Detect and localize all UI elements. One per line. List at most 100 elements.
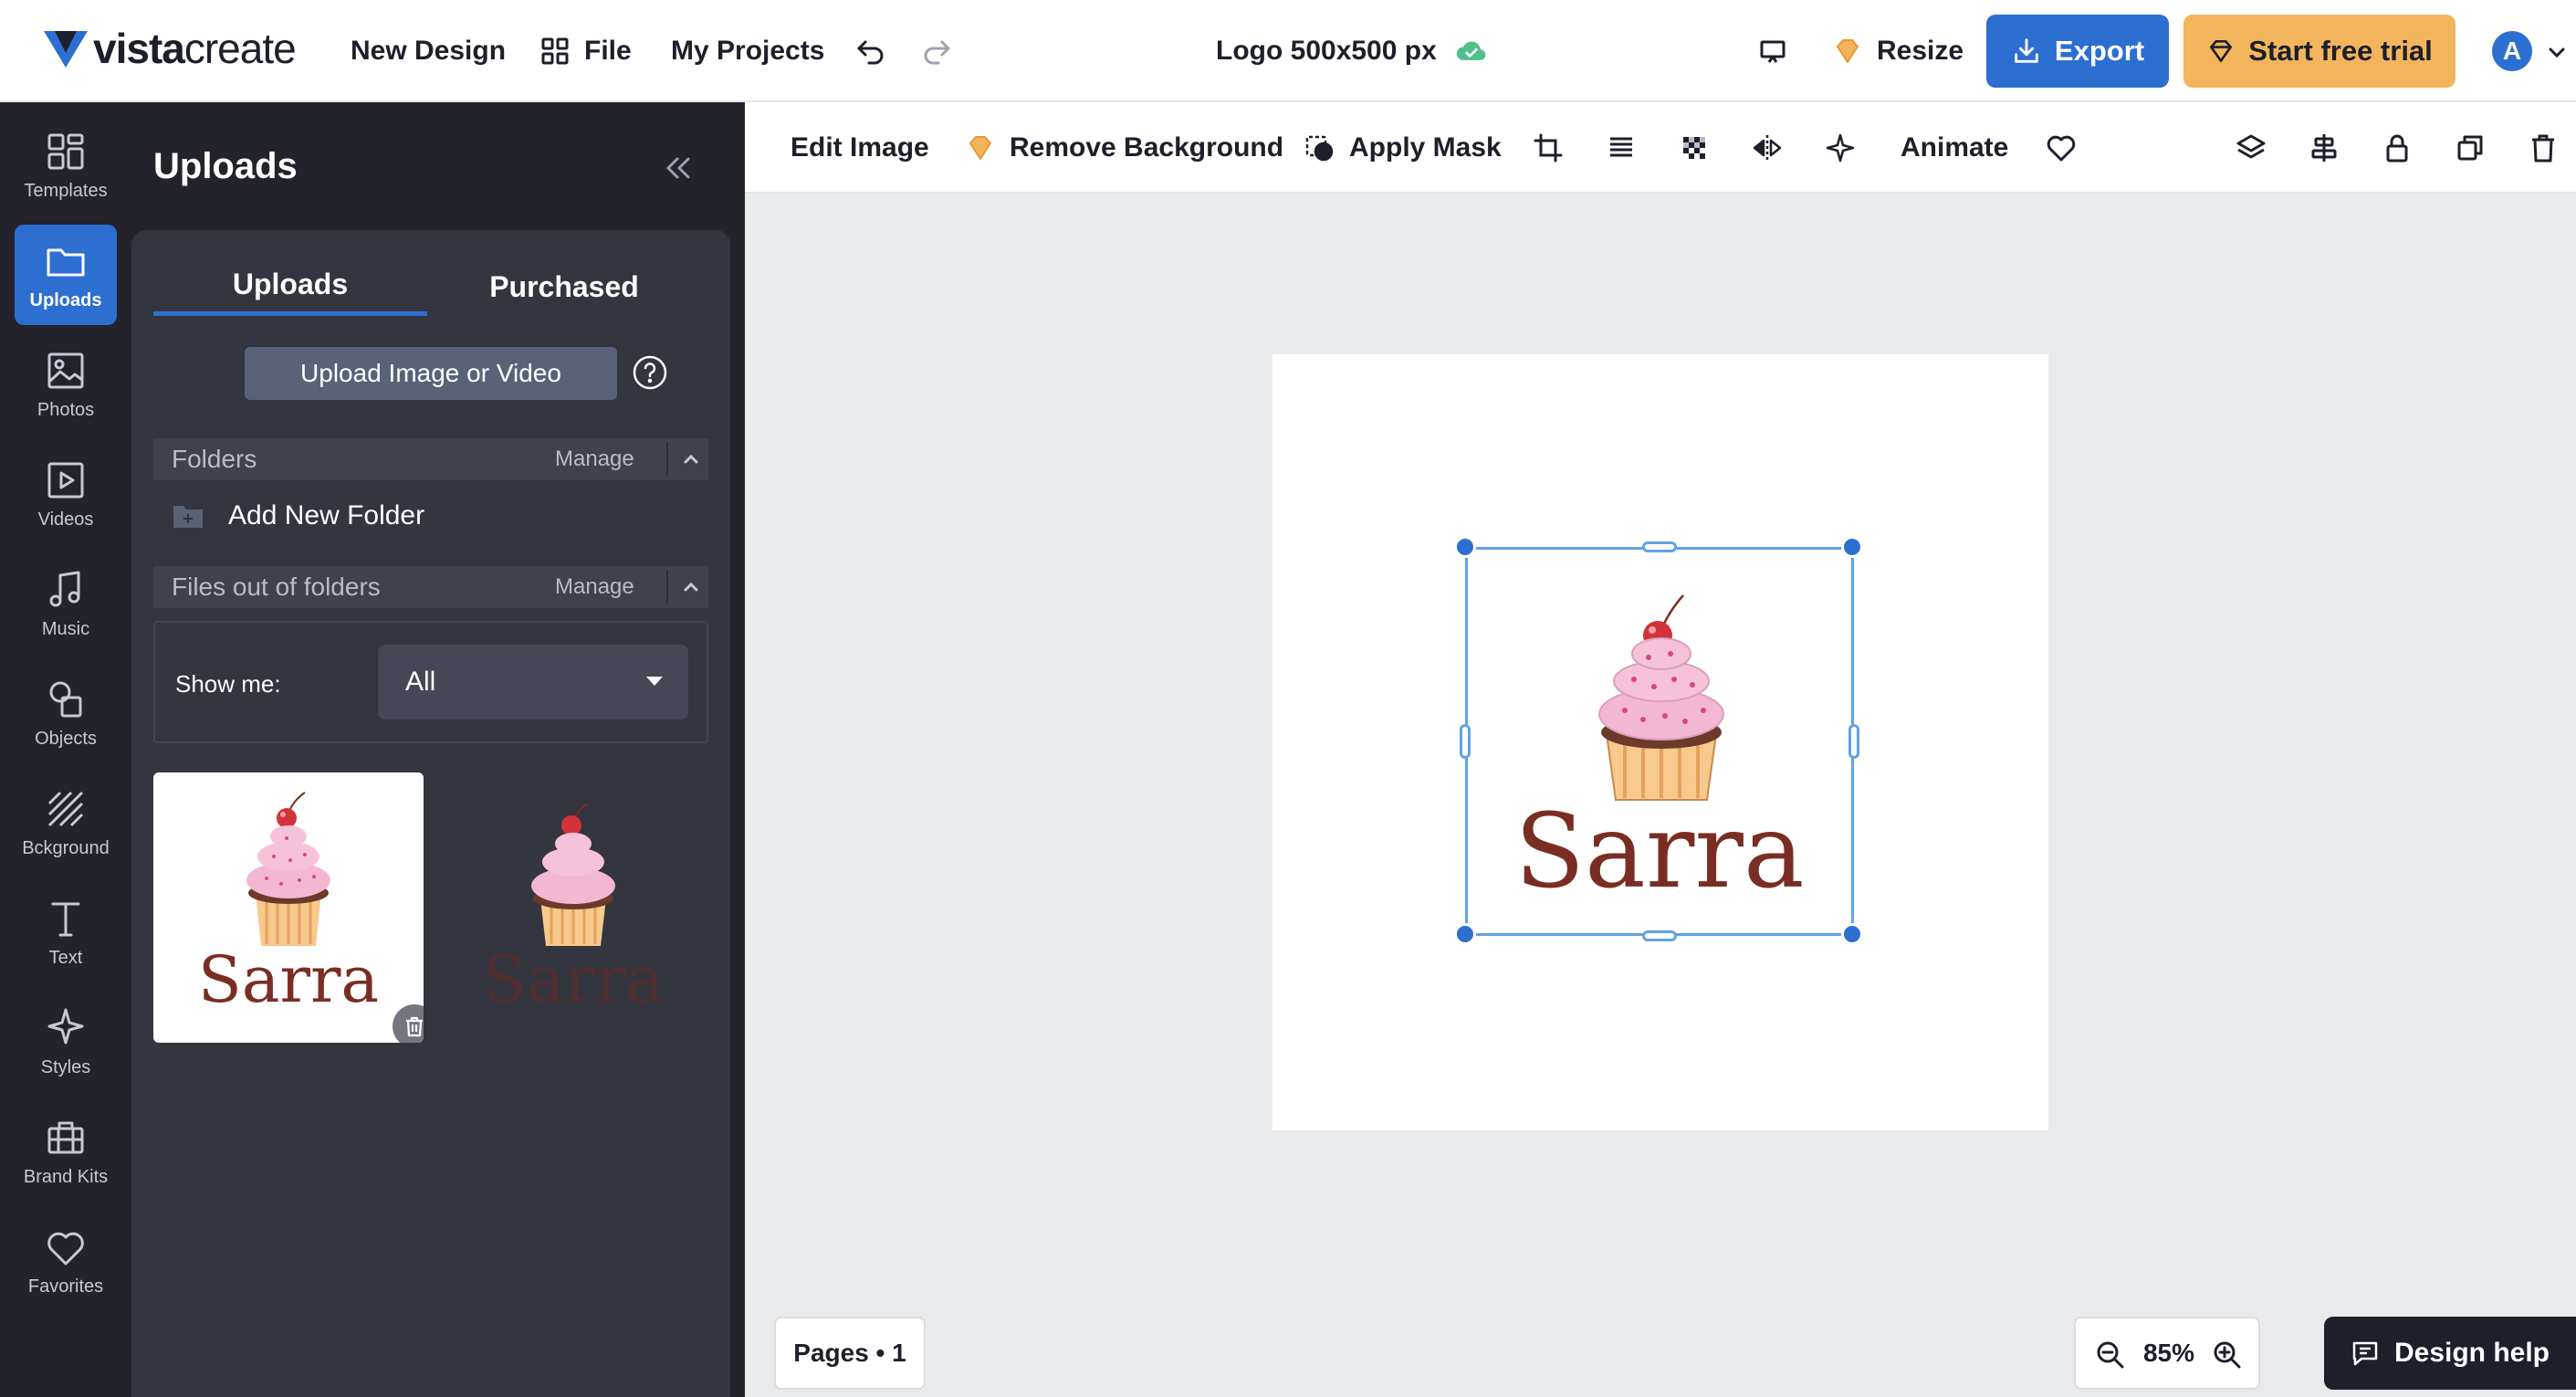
new-design-button[interactable]: New Design xyxy=(351,0,506,102)
effects-button[interactable] xyxy=(1824,102,1857,194)
resize-handle-bottom-right[interactable] xyxy=(1841,923,1863,945)
avatar[interactable]: A xyxy=(2492,31,2532,71)
my-projects-button[interactable]: My Projects xyxy=(671,0,824,102)
rail-item-uploads[interactable]: Uploads xyxy=(15,225,117,325)
rail-item-favorites[interactable]: Favorites xyxy=(15,1211,117,1311)
chevron-up-icon[interactable] xyxy=(679,575,703,599)
rail-item-templates[interactable]: Templates xyxy=(15,115,117,215)
show-me-label: Show me: xyxy=(175,670,281,698)
flip-button[interactable] xyxy=(1751,102,1784,194)
rail-item-text[interactable]: Text xyxy=(15,882,117,982)
add-new-folder-button[interactable]: Add New Folder xyxy=(172,500,424,531)
rail-item-brand-kits[interactable]: Brand Kits xyxy=(15,1101,117,1202)
resize-handle-top-left[interactable] xyxy=(1454,536,1476,558)
delete-button[interactable] xyxy=(2527,102,2560,194)
photo-icon xyxy=(47,352,84,388)
collapse-panel-icon[interactable] xyxy=(659,150,696,186)
resize-label: Resize xyxy=(1877,36,1964,66)
align-button[interactable] xyxy=(2308,102,2340,194)
rail-item-objects[interactable]: Objects xyxy=(15,663,117,763)
folder-icon xyxy=(47,248,85,276)
grid-icon xyxy=(541,37,569,65)
music-icon xyxy=(49,571,80,606)
transparency-button[interactable] xyxy=(1678,102,1711,194)
crop-button[interactable] xyxy=(1532,102,1565,194)
upload-thumbnail[interactable]: Sarra xyxy=(438,772,708,1043)
export-label: Export xyxy=(2054,35,2145,67)
files-out-of-folders-label: Files out of folders xyxy=(172,572,381,601)
image-toolbar: Edit Image Remove Background Apply Mask xyxy=(745,102,2576,194)
heart-icon xyxy=(47,1232,84,1265)
edit-image-button[interactable]: Edit Image xyxy=(791,102,929,194)
apply-mask-label: Apply Mask xyxy=(1349,132,1502,163)
crop-icon xyxy=(1534,133,1563,163)
lock-button[interactable] xyxy=(2381,102,2414,194)
chat-icon xyxy=(2352,1341,2378,1366)
folders-label: Folders xyxy=(172,445,257,473)
animate-label: Animate xyxy=(1901,132,2009,163)
panel-title: Uploads xyxy=(153,146,298,186)
files-out-of-folders-header: Files out of folders Manage xyxy=(153,566,708,608)
rail-label: Favorites xyxy=(27,1276,104,1297)
section-divider xyxy=(666,442,668,477)
duplicate-button[interactable] xyxy=(2454,102,2487,194)
redo-button[interactable] xyxy=(920,0,953,102)
rail-item-photos[interactable]: Photos xyxy=(15,334,117,435)
rail-item-background[interactable]: Bckground xyxy=(15,772,117,873)
resize-handle-bottom[interactable] xyxy=(1642,930,1677,941)
resize-handle-bottom-left[interactable] xyxy=(1454,923,1476,945)
premium-diamond-icon xyxy=(969,136,991,160)
resize-handle-top-right[interactable] xyxy=(1841,536,1863,558)
resize-button[interactable]: Resize xyxy=(1831,0,1963,102)
remove-background-label: Remove Background xyxy=(1010,132,1284,163)
rail-item-music[interactable]: Music xyxy=(15,553,117,654)
top-bar: vistacreate New Design File My Projects … xyxy=(0,0,2576,102)
rail-label: Styles xyxy=(40,1056,91,1077)
show-me-select[interactable]: All xyxy=(378,645,688,720)
chevron-up-icon[interactable] xyxy=(679,447,703,471)
download-icon xyxy=(2015,38,2038,63)
remove-background-button[interactable]: Remove Background xyxy=(964,102,1283,194)
tab-purchased[interactable]: Purchased xyxy=(427,257,701,316)
upload-thumbnail[interactable]: Sarra xyxy=(153,772,424,1043)
resize-handle-right[interactable] xyxy=(1848,724,1859,759)
resize-handle-left[interactable] xyxy=(1460,724,1471,759)
document-title[interactable]: Logo 500x500 px xyxy=(1216,0,1488,102)
vistacreate-logo[interactable]: vistacreate xyxy=(42,24,297,73)
favorite-button[interactable] xyxy=(2045,102,2078,194)
chevron-down-icon[interactable] xyxy=(2545,40,2569,64)
design-help-button[interactable]: Design help xyxy=(2324,1317,2576,1390)
zoom-level[interactable]: 85% xyxy=(2121,1318,2216,1388)
resize-handle-top[interactable] xyxy=(1642,541,1677,552)
tab-uploads[interactable]: Uploads xyxy=(153,257,427,316)
apply-mask-button[interactable]: Apply Mask xyxy=(1304,102,1502,194)
rail-item-styles[interactable]: Styles xyxy=(15,992,117,1092)
start-free-trial-label: Start free trial xyxy=(2248,35,2433,67)
text-icon xyxy=(51,902,80,936)
thumbnail-logo-text: Sarra xyxy=(482,942,665,1017)
file-menu-button[interactable]: File xyxy=(539,0,632,102)
briefcase-icon xyxy=(47,1121,84,1153)
caret-down-icon xyxy=(646,677,663,686)
present-button[interactable] xyxy=(1756,0,1789,102)
zoom-control: 85% xyxy=(2074,1317,2260,1390)
undo-button[interactable] xyxy=(854,0,887,102)
export-button[interactable]: Export xyxy=(1986,15,2169,88)
start-free-trial-button[interactable]: Start free trial xyxy=(2183,15,2456,88)
pages-button[interactable]: Pages • 1 xyxy=(774,1317,926,1390)
adjust-button[interactable] xyxy=(1605,102,1638,194)
animate-button[interactable]: Animate xyxy=(1901,102,2008,194)
folders-manage-button[interactable]: Manage xyxy=(555,446,634,472)
rail-item-videos[interactable]: Videos xyxy=(15,444,117,544)
rail-label: Photos xyxy=(37,399,95,420)
lines-icon xyxy=(1610,137,1632,157)
layers-button[interactable] xyxy=(2235,102,2267,194)
help-icon[interactable] xyxy=(632,354,668,391)
zoom-in-icon[interactable] xyxy=(2211,1339,2244,1371)
edit-image-label: Edit Image xyxy=(791,132,929,163)
upload-image-or-video-button[interactable]: Upload Image or Video xyxy=(245,347,617,400)
rail-label: Text xyxy=(48,947,83,968)
avatar-initial: A xyxy=(2502,37,2522,65)
files-manage-button[interactable]: Manage xyxy=(555,574,634,600)
selection-box[interactable] xyxy=(1465,547,1854,936)
